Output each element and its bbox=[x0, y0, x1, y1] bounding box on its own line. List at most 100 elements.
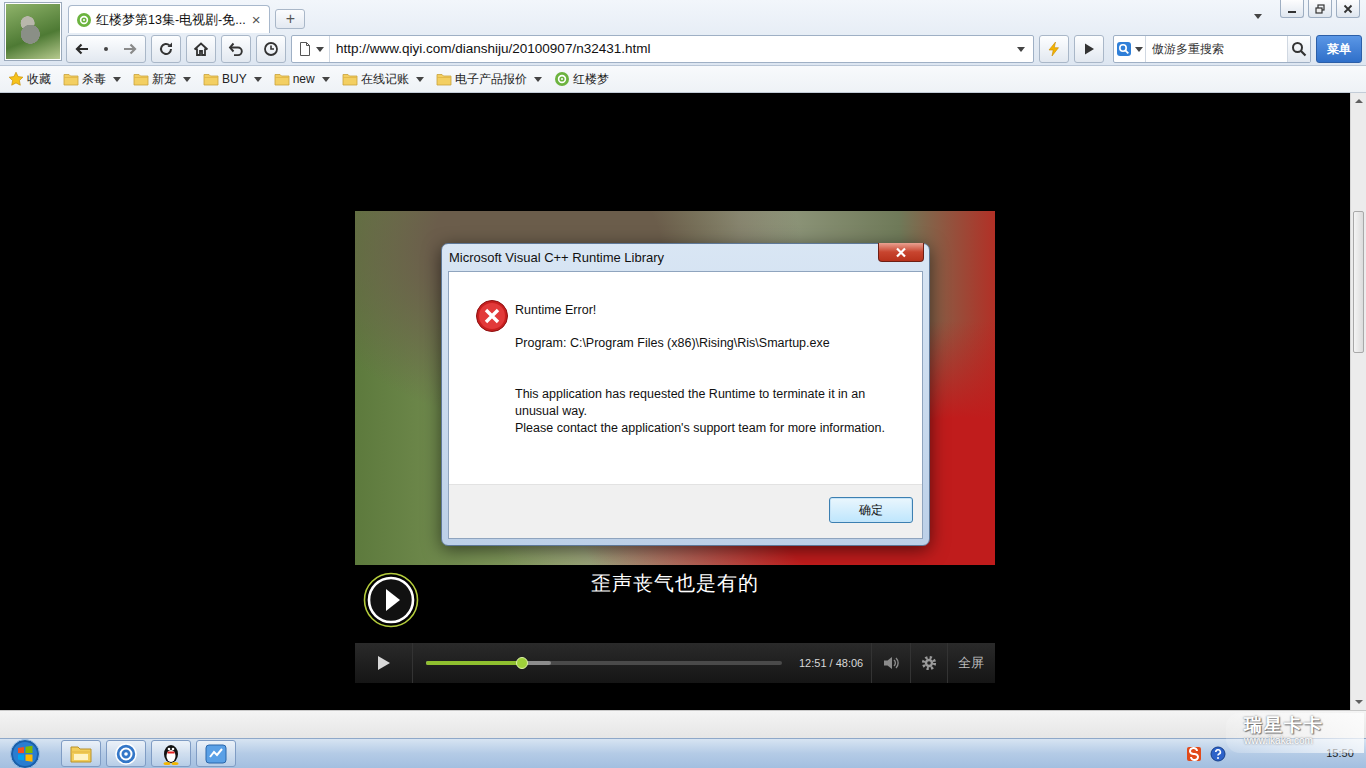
error-icon bbox=[475, 299, 509, 333]
search-box bbox=[1113, 35, 1311, 63]
bookmark-item[interactable]: 电子产品报价 bbox=[436, 70, 542, 88]
window-controls bbox=[1280, 0, 1366, 18]
address-dropdown-button[interactable] bbox=[1009, 47, 1033, 52]
qq-icon bbox=[160, 742, 182, 766]
search-input[interactable] bbox=[1146, 40, 1287, 58]
watermark: 瑞星卡卡www.ikaka.com bbox=[1226, 713, 1364, 753]
back-arrow-icon[interactable] bbox=[74, 41, 90, 57]
avatar-column bbox=[0, 0, 66, 65]
error-dialog: Microsoft Visual C++ Runtime LibraryRunt… bbox=[441, 243, 930, 546]
subtitle-text: 歪声丧气也是有的 bbox=[591, 568, 759, 598]
forward-arrow-icon[interactable] bbox=[122, 41, 138, 57]
history-button[interactable] bbox=[256, 35, 286, 63]
bookmark-label: 杀毒 bbox=[82, 70, 106, 88]
page-info-button[interactable] bbox=[292, 36, 330, 62]
help-icon[interactable] bbox=[1210, 746, 1226, 762]
home-button[interactable] bbox=[186, 35, 216, 63]
taskbar-app[interactable] bbox=[196, 740, 236, 767]
bookmark-label: 新宠 bbox=[152, 70, 176, 88]
scroll-down-button[interactable] bbox=[1351, 694, 1366, 710]
dialog-content: Runtime Error! Program: C:\Program Files … bbox=[448, 271, 923, 539]
taskbar-app[interactable] bbox=[61, 740, 101, 767]
search-button[interactable] bbox=[1287, 36, 1310, 62]
user-avatar[interactable] bbox=[5, 3, 61, 60]
rising-icon bbox=[204, 742, 228, 766]
close-window-button[interactable] bbox=[1336, 0, 1360, 18]
subtitle-area: 歪声丧气也是有的 bbox=[355, 565, 995, 643]
undo-close-button[interactable] bbox=[221, 35, 251, 63]
page-icon bbox=[297, 41, 313, 57]
address-text[interactable]: http://www.qiyi.com/dianshiju/20100907/n… bbox=[330, 39, 1009, 59]
bookmark-label: 红楼梦 bbox=[573, 70, 609, 88]
volume-button[interactable] bbox=[871, 643, 910, 683]
progress-knob[interactable] bbox=[516, 657, 528, 669]
down-arrow-icon bbox=[1355, 700, 1363, 704]
bookmark-item[interactable]: new bbox=[274, 70, 330, 88]
dropdown-caret-icon bbox=[416, 77, 424, 82]
refresh-button[interactable] bbox=[151, 35, 181, 63]
new-tab-button[interactable]: + bbox=[275, 9, 305, 29]
bookmark-item[interactable]: BUY bbox=[203, 70, 262, 88]
page-scrollbar[interactable] bbox=[1350, 93, 1366, 710]
dropdown-caret-icon bbox=[534, 77, 542, 82]
qiyi-site-icon bbox=[76, 12, 92, 28]
progress-track[interactable] bbox=[426, 661, 782, 665]
minimize-button[interactable] bbox=[1280, 0, 1304, 18]
bookmark-label: 在线记账 bbox=[361, 70, 409, 88]
tab-list-button[interactable] bbox=[1254, 14, 1262, 19]
site-icon bbox=[554, 71, 570, 87]
dropdown-caret-icon bbox=[113, 77, 121, 82]
restore-icon bbox=[1315, 4, 1325, 14]
tab-label: 红楼梦第13集-电视剧-免... bbox=[96, 11, 246, 30]
dialog-close-button[interactable] bbox=[878, 243, 924, 262]
status-bar bbox=[0, 710, 1366, 738]
dropdown-caret-icon bbox=[1135, 47, 1143, 52]
play-icon bbox=[1081, 41, 1097, 57]
minimize-icon bbox=[1287, 4, 1297, 14]
folder-icon bbox=[436, 71, 452, 87]
watermark-url: www.ikaka.com bbox=[1244, 735, 1364, 747]
error-heading: Runtime Error! bbox=[515, 302, 900, 319]
magnifier-icon bbox=[1291, 41, 1307, 57]
bookmark-item[interactable]: 新宠 bbox=[133, 70, 191, 88]
go-button[interactable] bbox=[1074, 35, 1104, 63]
bookmark-item[interactable]: 收藏 bbox=[8, 70, 51, 88]
dialog-title-bar: Microsoft Visual C++ Runtime Library bbox=[442, 244, 929, 271]
taskbar-app[interactable] bbox=[151, 740, 191, 767]
dropdown-caret-icon bbox=[316, 47, 324, 52]
tab-close-button[interactable]: × bbox=[250, 12, 263, 27]
folder-icon bbox=[274, 71, 290, 87]
ok-button[interactable]: 确定 bbox=[829, 497, 913, 523]
address-bar[interactable]: http://www.qiyi.com/dianshiju/20100907/n… bbox=[291, 35, 1034, 63]
dropdown-caret-icon bbox=[183, 77, 191, 82]
progress-fill bbox=[426, 661, 522, 665]
close-icon bbox=[895, 247, 907, 258]
taskbar: 15:50 bbox=[0, 738, 1366, 768]
scroll-thumb[interactable] bbox=[1353, 211, 1364, 353]
control-bar: 12:51 / 48:06 全屏 bbox=[355, 643, 995, 683]
program-path: Program: C:\Program Files (x86)\Rising\R… bbox=[515, 335, 900, 352]
taskbar-app[interactable] bbox=[106, 740, 146, 767]
start-button[interactable] bbox=[0, 739, 56, 768]
search-engine-button[interactable] bbox=[1114, 36, 1146, 62]
scroll-up-button[interactable] bbox=[1351, 93, 1366, 109]
settings-button[interactable] bbox=[910, 643, 947, 683]
bookmark-label: BUY bbox=[222, 70, 247, 88]
time-display: 12:51 / 48:06 bbox=[791, 655, 871, 672]
error-message: Please contact the application's support… bbox=[515, 420, 900, 437]
browser-tab[interactable]: 红楼梦第13集-电视剧-免... × bbox=[68, 5, 270, 33]
fullscreen-button[interactable]: 全屏 bbox=[947, 643, 994, 683]
fast-mode-button[interactable] bbox=[1039, 35, 1069, 63]
play-button[interactable] bbox=[355, 643, 413, 683]
bookmark-item[interactable]: 红楼梦 bbox=[554, 70, 609, 88]
bookmark-item[interactable]: 在线记账 bbox=[342, 70, 424, 88]
restore-button[interactable] bbox=[1308, 0, 1332, 18]
browser-header: 红楼梦第13集-电视剧-免... × + http://www.qiyi.com/di… bbox=[0, 0, 1366, 66]
history-dropdown-icon[interactable] bbox=[104, 47, 108, 51]
big-play-icon[interactable] bbox=[363, 572, 419, 628]
menu-button[interactable]: 菜单 bbox=[1316, 35, 1362, 63]
sogou-icon[interactable] bbox=[1186, 746, 1202, 762]
dialog-body: Runtime Error! Program: C:\Program Files … bbox=[449, 272, 922, 484]
bookmark-item[interactable]: 杀毒 bbox=[63, 70, 121, 88]
folder-icon bbox=[133, 71, 149, 87]
